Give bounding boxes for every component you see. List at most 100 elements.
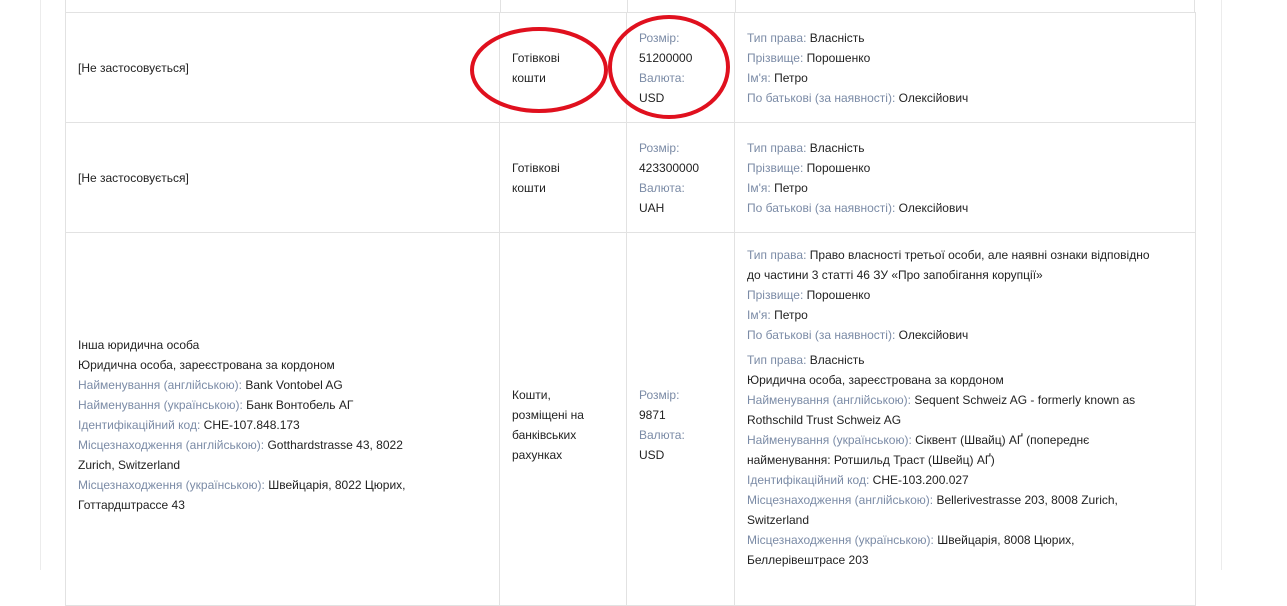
asset-type-line: рахунках <box>512 448 563 462</box>
amount-label: Розмір: <box>639 30 680 45</box>
asset-type-cell: Готівкові кошти <box>499 122 627 233</box>
field-value: Bank Vontobel AG <box>245 378 343 392</box>
object-cell: [Не застосовується] <box>65 122 500 233</box>
field-label: Найменування (англійською): <box>78 378 243 392</box>
owner-field: Ім'я: Петро <box>747 68 1183 88</box>
field-label: Місцезнаходження (українською): <box>747 533 934 547</box>
field-label: Ім'я: <box>747 308 771 322</box>
field-label: Найменування (українською): <box>747 433 912 447</box>
owner-field: По батькові (за наявності): Олексійович <box>747 88 1183 108</box>
owner-field: Ім'я: Петро <box>747 178 1183 198</box>
asset-type-line: Готівкові <box>512 160 560 175</box>
field-label: По батькові (за наявності): <box>747 90 896 105</box>
field-label: Місцезнаходження (англійською): <box>747 493 934 507</box>
owner-field: Тип права: Власність <box>747 138 1183 158</box>
amount-label: Розмір: <box>639 140 680 155</box>
field-value: Власність <box>809 140 865 155</box>
owner-cell: Тип права: Право власності третьої особи… <box>734 232 1196 606</box>
field-label: Місцезнаходження (українською): <box>78 478 265 492</box>
field-value: Власність <box>809 353 865 367</box>
field-value: Банк Вонтобель АГ <box>246 398 354 412</box>
object-field: Місцезнаходження (українською): Швейцарі… <box>78 475 438 515</box>
field-value: Порошенко <box>806 160 871 175</box>
object-cell: Інша юридична особа Юридична особа, заре… <box>65 232 500 606</box>
asset-type-line: Готівкові <box>512 50 560 65</box>
asset-type-cell: Кошти, розміщені на банківських рахунках <box>499 232 627 606</box>
object-text: Інша юридична особа <box>78 338 200 352</box>
table-row: [Не застосовується] Готівкові кошти Розм… <box>65 12 1196 123</box>
field-value: CHE-107.848.173 <box>203 418 300 432</box>
owner-field: По батькові (за наявності): Олексійович <box>747 198 1183 218</box>
owner-field: Прізвище: Порошенко <box>747 158 1183 178</box>
asset-type-line: кошти <box>512 180 546 195</box>
owner-field: Місцезнаходження (українською): Швейцарі… <box>747 530 1107 570</box>
amount-cell: Розмір: 423300000 Валюта: UAH <box>626 122 735 233</box>
amount-value: 423300000 <box>639 160 700 175</box>
field-label: Ім'я: <box>747 70 771 85</box>
object-field: Найменування (англійською): Bank Vontobe… <box>78 375 487 395</box>
owner-field: Ім'я: Петро <box>747 305 1183 325</box>
owner-field: Найменування (українською): Сіквент (Шва… <box>747 430 1107 470</box>
currency-value: USD <box>639 90 665 105</box>
owner-field: Прізвище: Порошенко <box>747 285 1183 305</box>
object-cell: [Не застосовується] <box>65 12 500 123</box>
field-label: Ім'я: <box>747 180 771 195</box>
field-label: Прізвище: <box>747 288 804 302</box>
field-value: Петро <box>774 180 808 195</box>
currency-label: Валюта: <box>639 180 685 195</box>
asset-type-line: Кошти, <box>512 388 551 402</box>
object-field: Найменування (українською): Банк Вонтобе… <box>78 395 487 415</box>
amount-cell: Розмір: 9871 Валюта: USD <box>626 232 735 606</box>
amount-label: Розмір: <box>639 388 680 402</box>
assets-table: [Не застосовується] Готівкові кошти Розм… <box>65 12 1196 606</box>
amount-value: 51200000 <box>639 50 693 65</box>
asset-type-line: розміщені на <box>512 408 584 422</box>
field-label: Прізвище: <box>747 160 804 175</box>
owner-field: Місцезнаходження (англійською): Belleriv… <box>747 490 1157 530</box>
owner-field: Тип права: Власність <box>747 28 1183 48</box>
field-value: Порошенко <box>806 288 871 302</box>
asset-type-line: банківських <box>512 428 577 442</box>
amount-value: 9871 <box>639 408 666 422</box>
owner-cell: Тип права: Власність Прізвище: Порошенко… <box>734 12 1196 123</box>
field-label: Прізвище: <box>747 50 804 65</box>
object-text: Юридична особа, зареєстрована за кордоно… <box>78 358 335 372</box>
field-label: Тип права: <box>747 248 807 262</box>
asset-type-cell: Готівкові кошти <box>499 12 627 123</box>
owner-field: Найменування (англійською): Sequent Schw… <box>747 390 1157 430</box>
owner-field: Прізвище: Порошенко <box>747 48 1183 68</box>
owner-field: По батькові (за наявності): Олексійович <box>747 325 1183 345</box>
field-label: По батькові (за наявності): <box>747 200 896 215</box>
owner-field: Тип права: Власність <box>747 350 1183 370</box>
owner-field: Ідентифікаційний код: CHE-103.200.027 <box>747 470 1183 490</box>
field-value: Олексійович <box>898 90 969 105</box>
asset-type-line: кошти <box>512 70 546 85</box>
currency-label: Валюта: <box>639 428 685 442</box>
field-value: Порошенко <box>806 50 871 65</box>
object-field: Ідентифікаційний код: CHE-107.848.173 <box>78 415 487 435</box>
field-value: Петро <box>774 70 808 85</box>
currency-value: USD <box>639 448 665 462</box>
field-label: Місцезнаходження (англійською): <box>78 438 265 452</box>
currency-value: UAH <box>639 200 665 215</box>
field-label: Тип права: <box>747 140 807 155</box>
field-value: Петро <box>774 308 808 322</box>
field-label: Ідентифікаційний код: <box>747 473 870 487</box>
field-label: Найменування (українською): <box>78 398 243 412</box>
field-label: По батькові (за наявності): <box>747 328 896 342</box>
field-label: Тип права: <box>747 30 807 45</box>
field-value: Олексійович <box>898 328 969 342</box>
field-value: CHE-103.200.027 <box>872 473 969 487</box>
currency-label: Валюта: <box>639 70 685 85</box>
field-value: Олексійович <box>898 200 969 215</box>
field-value: Право власності третьої особи, але наявн… <box>747 248 1150 282</box>
object-text: [Не застосовується] <box>78 60 189 75</box>
owner-entity-kind: Юридична особа, зареєстрована за кордоно… <box>747 373 1004 387</box>
table-row: Інша юридична особа Юридична особа, заре… <box>65 232 1196 606</box>
field-value: Власність <box>809 30 865 45</box>
owner-field: Тип права: Право власності третьої особи… <box>747 245 1157 285</box>
table-row: [Не застосовується] Готівкові кошти Розм… <box>65 122 1196 233</box>
field-label: Ідентифікаційний код: <box>78 418 201 432</box>
previous-row-tail <box>65 0 1195 12</box>
object-text: [Не застосовується] <box>78 170 189 185</box>
